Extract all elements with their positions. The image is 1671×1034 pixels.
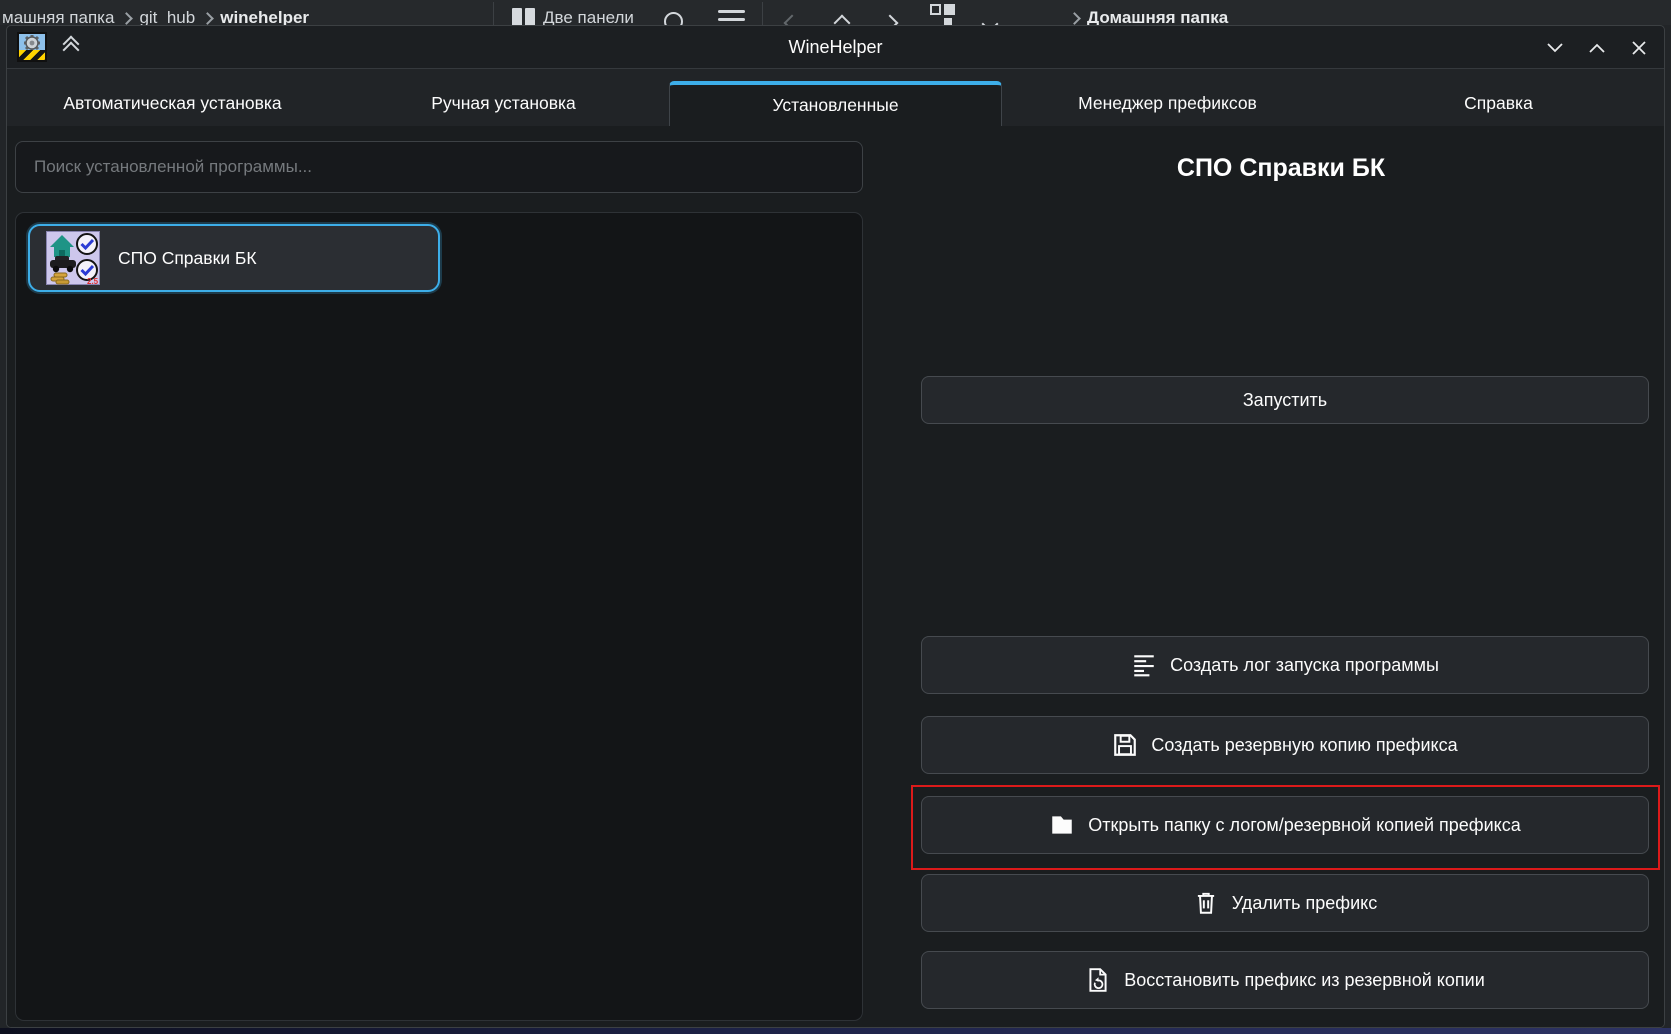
- breadcrumb-winehelper[interactable]: winehelper: [220, 8, 309, 25]
- document-restore-icon: [1085, 967, 1111, 993]
- chevron-up-icon: [1588, 42, 1606, 54]
- run-button[interactable]: Запустить: [921, 376, 1649, 424]
- restore-prefix-button[interactable]: Восстановить префикс из резервной копии: [921, 951, 1649, 1009]
- search-button[interactable]: [664, 3, 683, 25]
- breadcrumb-home[interactable]: Домашняя папка: [1087, 8, 1228, 25]
- installed-programs-list: 2.5 СПО Справки БК: [15, 212, 863, 1021]
- window-title: WineHelper: [7, 37, 1664, 58]
- back-icon: [784, 15, 801, 25]
- breadcrumb-separator-icon: [1068, 12, 1081, 25]
- screen: { "background": { "toolbar": { "breadcru…: [0, 0, 1671, 1034]
- up-button[interactable]: [836, 8, 848, 25]
- breadcrumb-right-panel[interactable]: Домашняя папка: [1070, 3, 1228, 25]
- winehelper-window: WineHelper Автоматическая установка: [6, 25, 1665, 1028]
- folder-icon: [1049, 812, 1075, 838]
- tab-prefix-manager[interactable]: Менеджер префиксов: [1002, 81, 1333, 126]
- breadcrumb-separator-icon: [201, 12, 214, 25]
- layout-dropdown-button[interactable]: [984, 9, 996, 25]
- program-name: СПО Справки БК: [118, 248, 257, 269]
- forward-icon: [882, 15, 899, 25]
- restore-prefix-label: Восстановить префикс из резервной копии: [1124, 970, 1485, 991]
- close-button[interactable]: [1622, 33, 1656, 63]
- spravki-bk-program-icon: 2.5: [46, 231, 100, 285]
- hazard-stripes: [19, 50, 45, 60]
- titlebar[interactable]: WineHelper: [7, 26, 1664, 69]
- keep-above-icon[interactable]: [65, 38, 77, 56]
- tab-installed[interactable]: Установленные: [669, 81, 1002, 126]
- detail-program-title: СПО Справки БК: [1001, 149, 1561, 187]
- forward-button[interactable]: [884, 8, 896, 25]
- breadcrumb-git-hub[interactable]: git_hub: [139, 8, 195, 25]
- panel-grid-icon: [930, 4, 956, 25]
- breadcrumb[interactable]: машняя папка git_hub winehelper: [2, 3, 309, 25]
- toolbar-divider: [762, 2, 763, 25]
- two-panels-button[interactable]: Две панели: [512, 3, 634, 25]
- split-view-icon: [512, 8, 535, 25]
- search-input[interactable]: [15, 141, 863, 193]
- tab-bar: Автоматическая установка Ручная установк…: [7, 69, 1664, 126]
- installed-tab-content: 2.5 СПО Справки БК СПО Справки БК Запуст…: [7, 126, 1664, 1027]
- log-lines-icon: [1131, 652, 1157, 678]
- window-controls: [1538, 26, 1656, 69]
- backup-prefix-label: Создать резервную копию префикса: [1151, 735, 1457, 756]
- open-folder-label: Открыть папку с логом/резервной копией п…: [1088, 815, 1521, 836]
- background-file-manager-toolbar: машняя папка git_hub winehelper Две пане…: [0, 0, 1671, 25]
- winehelper-app-icon: [17, 32, 47, 62]
- chevron-down-icon: [1546, 42, 1564, 54]
- backup-prefix-button[interactable]: Создать резервную копию префикса: [921, 716, 1649, 774]
- back-button[interactable]: [786, 8, 798, 25]
- view-layout-button[interactable]: [930, 0, 956, 25]
- svg-text:2.5: 2.5: [87, 277, 99, 285]
- floppy-save-icon: [1112, 732, 1138, 758]
- minimize-button[interactable]: [1538, 33, 1572, 63]
- delete-prefix-button[interactable]: Удалить префикс: [921, 874, 1649, 932]
- close-icon: [1631, 40, 1647, 56]
- toolbar-divider: [493, 2, 494, 25]
- breadcrumb-separator-icon: [121, 12, 134, 25]
- breadcrumb-home-cut[interactable]: машняя папка: [2, 8, 114, 25]
- search-icon: [664, 12, 683, 26]
- two-panels-label: Две панели: [543, 8, 634, 25]
- up-icon: [834, 15, 851, 25]
- tab-manual-install[interactable]: Ручная установка: [338, 81, 669, 126]
- tab-help[interactable]: Справка: [1333, 81, 1664, 126]
- tab-auto-install[interactable]: Автоматическая установка: [7, 81, 338, 126]
- create-log-button[interactable]: Создать лог запуска программы: [921, 636, 1649, 694]
- chevron-down-icon: [982, 16, 999, 25]
- run-button-label: Запустить: [1243, 390, 1327, 411]
- trash-icon: [1193, 890, 1219, 916]
- delete-prefix-label: Удалить префикс: [1232, 893, 1377, 914]
- background-status-strip: [0, 1028, 1671, 1034]
- list-item-spravki-bk[interactable]: 2.5 СПО Справки БК: [28, 224, 440, 292]
- create-log-label: Создать лог запуска программы: [1170, 655, 1439, 676]
- open-folder-button[interactable]: Открыть папку с логом/резервной копией п…: [921, 796, 1649, 854]
- maximize-button[interactable]: [1580, 33, 1614, 63]
- hamburger-icon: [718, 10, 745, 25]
- menu-button[interactable]: [718, 3, 745, 25]
